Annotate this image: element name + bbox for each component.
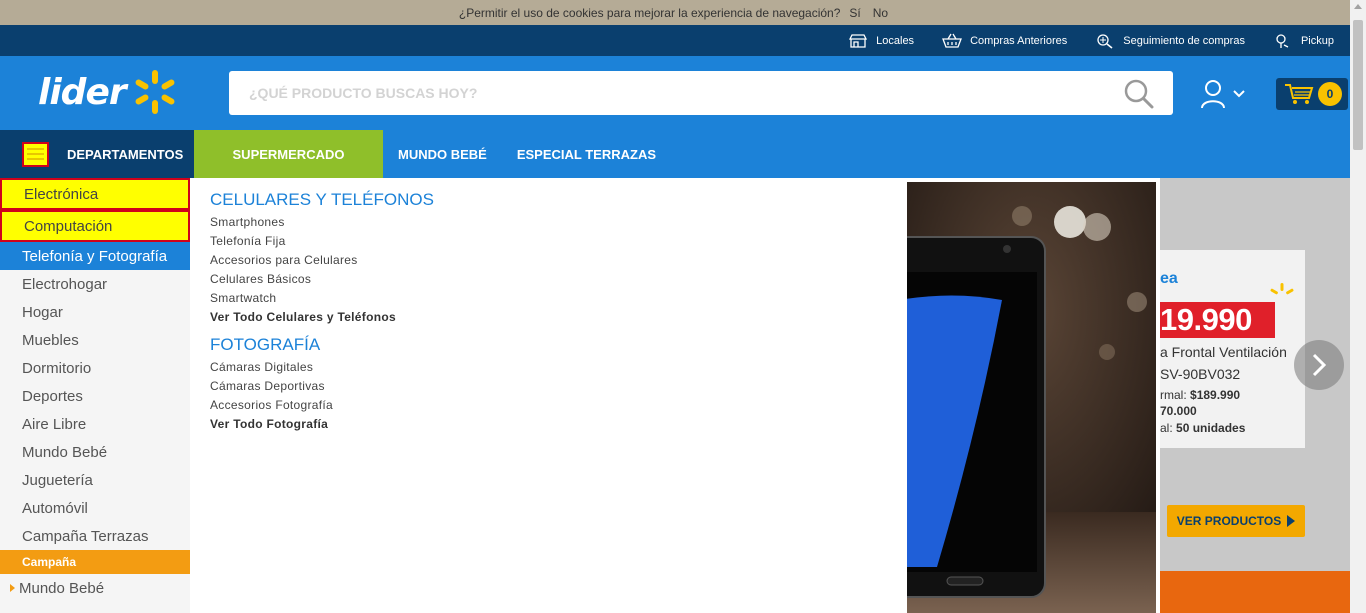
hero-normal-price: rmal: $189.990 bbox=[1160, 388, 1241, 402]
link-ver-todo-celulares[interactable]: Ver Todo Celulares y Teléfonos bbox=[210, 308, 434, 327]
sidebar-item-hogar[interactable]: Hogar bbox=[0, 298, 190, 326]
sidebar-item-jugueteria[interactable]: Juguetería bbox=[0, 466, 190, 494]
hero-bottom-strip bbox=[1160, 571, 1350, 613]
hero-price-secondary: 70.000 bbox=[1160, 404, 1197, 418]
sidebar-item-muebles[interactable]: Muebles bbox=[0, 326, 190, 354]
nav-especial-terrazas[interactable]: ESPECIAL TERRAZAS bbox=[502, 130, 671, 178]
celulares-heading[interactable]: CELULARES Y TELÉFONOS bbox=[210, 190, 434, 210]
truck-search-icon bbox=[1097, 33, 1113, 49]
play-arrow-icon bbox=[1287, 515, 1296, 527]
chevron-right-icon bbox=[1312, 353, 1327, 377]
cart-button[interactable]: 0 bbox=[1276, 78, 1348, 110]
scroll-up-arrow-icon[interactable] bbox=[1354, 4, 1362, 9]
cookie-bar: ¿Permitir el uso de cookies para mejorar… bbox=[0, 0, 1350, 25]
smartphone-image bbox=[907, 182, 1156, 613]
sidebar-item-automovil[interactable]: Automóvil bbox=[0, 494, 190, 522]
locales-label: Locales bbox=[876, 34, 915, 47]
arrow-right-icon bbox=[10, 584, 15, 592]
pickup-link[interactable]: Pickup bbox=[1273, 33, 1334, 49]
smartphone-promo-image[interactable] bbox=[907, 182, 1156, 613]
sidebar-item-aire-libre[interactable]: Aire Libre bbox=[0, 410, 190, 438]
user-icon bbox=[1201, 80, 1225, 109]
hero-description: a Frontal Ventilación bbox=[1160, 344, 1287, 360]
sidebar-item-deportes[interactable]: Deportes bbox=[0, 382, 190, 410]
hero-product-card: ea 19.990 a Frontal Ventilación SV-90BV0… bbox=[1160, 250, 1305, 448]
search-input[interactable] bbox=[229, 73, 1109, 113]
sidebar-item-electrohogar[interactable]: Electrohogar bbox=[0, 270, 190, 298]
ver-productos-button[interactable]: VER PRODUCTOS bbox=[1167, 505, 1305, 537]
mega-menu: CELULARES Y TELÉFONOS Smartphones Telefo… bbox=[190, 178, 1160, 613]
lider-logo[interactable]: lider bbox=[38, 64, 198, 120]
carousel-next-button[interactable] bbox=[1294, 340, 1344, 390]
basket-icon bbox=[942, 33, 963, 48]
sidebar-item-telefonia[interactable]: Telefonía y Fotografía bbox=[0, 242, 190, 270]
link-telefonia-fija[interactable]: Telefonía Fija bbox=[210, 232, 434, 251]
link-celulares-basicos[interactable]: Celulares Básicos bbox=[210, 270, 434, 289]
pickup-icon bbox=[1276, 33, 1289, 48]
chevron-down-icon bbox=[1233, 90, 1245, 98]
sidebar-item-campana-terrazas[interactable]: Campaña Terrazas bbox=[0, 522, 190, 550]
fotografia-heading[interactable]: FOTOGRAFÍA bbox=[210, 335, 434, 355]
campaign-header: Campaña bbox=[0, 550, 190, 574]
link-ver-todo-fotografia[interactable]: Ver Todo Fotografía bbox=[210, 415, 434, 434]
departamentos-menu[interactable]: DEPARTAMENTOS bbox=[0, 130, 194, 178]
cookie-decline-link[interactable]: No bbox=[870, 6, 891, 20]
compras-anteriores-link[interactable]: Compras Anteriores bbox=[942, 33, 1067, 49]
cart-icon bbox=[1285, 84, 1314, 104]
seguimiento-label: Seguimiento de compras bbox=[1123, 34, 1245, 47]
search-bar bbox=[229, 71, 1173, 115]
account-menu[interactable] bbox=[1200, 78, 1250, 110]
sidebar-item-computacion[interactable]: Computación bbox=[0, 210, 190, 242]
search-icon[interactable] bbox=[1123, 78, 1155, 110]
link-accesorios-fotografia[interactable]: Accesorios Fotografía bbox=[210, 396, 434, 415]
link-camaras-digitales[interactable]: Cámaras Digitales bbox=[210, 358, 434, 377]
sidebar-item-electronica[interactable]: Electrónica bbox=[0, 178, 190, 210]
compras-label: Compras Anteriores bbox=[970, 34, 1068, 47]
nav-supermercado[interactable]: SUPERMERCADO bbox=[194, 130, 383, 178]
spark-icon bbox=[135, 70, 175, 114]
nav-mundo-bebe[interactable]: MUNDO BEBÉ bbox=[383, 130, 502, 178]
cart-count-badge: 0 bbox=[1318, 82, 1342, 106]
sidebar-item-mundo-bebe[interactable]: Mundo Bebé bbox=[0, 438, 190, 466]
page-scrollbar[interactable] bbox=[1350, 0, 1366, 613]
seguimiento-link[interactable]: Seguimiento de compras bbox=[1095, 33, 1245, 49]
mega-menu-column: CELULARES Y TELÉFONOS Smartphones Telefo… bbox=[210, 190, 434, 434]
pickup-label: Pickup bbox=[1300, 34, 1334, 47]
link-smartwatch[interactable]: Smartwatch bbox=[210, 289, 434, 308]
departamentos-label: DEPARTAMENTOS bbox=[67, 146, 184, 162]
hero-brand: ea bbox=[1160, 270, 1178, 287]
sidebar-item-dormitorio[interactable]: Dormitorio bbox=[0, 354, 190, 382]
hero-price: 19.990 bbox=[1160, 302, 1275, 338]
link-smartphones[interactable]: Smartphones bbox=[210, 213, 434, 232]
campaign-item-mundo-bebe[interactable]: Mundo Bebé bbox=[0, 574, 190, 602]
cookie-question: ¿Permitir el uso de cookies para mejorar… bbox=[458, 5, 841, 20]
hero-stock: al: 50 unidades bbox=[1160, 421, 1246, 435]
hero-banner[interactable]: ea 19.990 a Frontal Ventilación SV-90BV0… bbox=[1160, 178, 1350, 613]
campaign-item-label: Mundo Bebé bbox=[19, 579, 105, 597]
utility-bar: Locales Compras Anteriores Seguimiento d… bbox=[0, 25, 1350, 56]
hamburger-icon[interactable] bbox=[22, 141, 49, 167]
ver-productos-label: VER PRODUCTOS bbox=[1176, 514, 1282, 528]
logo-text: lider bbox=[38, 71, 127, 113]
scroll-thumb[interactable] bbox=[1353, 20, 1363, 150]
link-accesorios-celulares[interactable]: Accesorios para Celulares bbox=[210, 251, 434, 270]
hero-model: SV-90BV032 bbox=[1160, 366, 1241, 382]
header: lider 0 bbox=[0, 56, 1350, 130]
store-icon bbox=[849, 33, 868, 48]
link-camaras-deportivas[interactable]: Cámaras Deportivas bbox=[210, 377, 434, 396]
locales-link[interactable]: Locales bbox=[848, 33, 914, 49]
department-sidebar: Electrónica Computación Telefonía y Foto… bbox=[0, 178, 190, 613]
page: ¿Permitir el uso de cookies para mejorar… bbox=[0, 0, 1366, 613]
cookie-accept-link[interactable]: Sí bbox=[846, 6, 863, 20]
main-nav: DEPARTAMENTOS SUPERMERCADO MUNDO BEBÉ ES… bbox=[0, 130, 1350, 178]
